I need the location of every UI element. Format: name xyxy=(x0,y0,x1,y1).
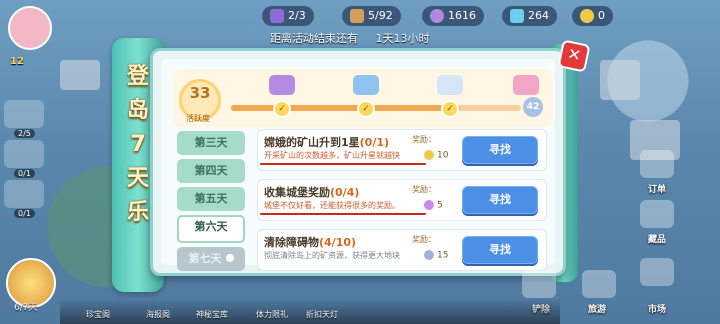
coin-icon xyxy=(424,150,434,160)
bottom-item-5[interactable]: 折扣天灯 xyxy=(306,309,338,320)
tab-day-6[interactable]: 第六天 xyxy=(177,215,245,243)
diamond-icon xyxy=(424,250,434,260)
heart-lock-icon xyxy=(225,254,234,262)
task-description: 开采矿山的次数越多，矿山升星就越快 xyxy=(264,151,400,160)
event-timer: 距离活动结束还有 1天13小时 xyxy=(270,30,430,46)
reward-amount: 5 xyxy=(424,200,443,211)
reward-chest-1-icon[interactable] xyxy=(269,75,295,95)
order-label: 订单 xyxy=(648,185,667,195)
find-button[interactable]: 寻找 xyxy=(462,136,538,164)
reward-chest-3-icon[interactable] xyxy=(437,75,463,95)
gem-icon xyxy=(430,9,444,23)
bottom-bar: 珍宝阁 海报阁 神秘宝库 体力限礼 折扣天灯 xyxy=(60,298,560,324)
bottom-item-4[interactable]: 体力限礼 xyxy=(256,309,288,320)
tab-day-5[interactable]: 第五天 xyxy=(177,187,245,211)
reward-label: 奖励： xyxy=(412,185,436,194)
day-tabs: 第三天 第四天 第五天 第六天 第七天 xyxy=(177,131,245,275)
task-item: 收集城堡奖励(0/4) 城堡不仅好看，还能获得很多的奖励。 奖励： 5 寻找 xyxy=(257,179,547,221)
task-description: 彻底清除岛上的矿资源，获得更大地块 xyxy=(264,251,400,260)
timer-label: 距离活动结束还有 xyxy=(270,32,358,45)
map-building[interactable] xyxy=(60,60,100,90)
activity-max: 42 xyxy=(523,97,543,117)
resource-diamonds[interactable]: 264 xyxy=(502,6,557,26)
progress-fill xyxy=(231,105,461,111)
task-title: 清除障碍物(4/10) xyxy=(264,236,357,249)
task-item: 嫦娥的矿山升到1星(0/1) 开采矿山的次数越多，矿山升星就越快 奖励： 10 … xyxy=(257,129,547,171)
reward-amount: 15 xyxy=(424,250,448,261)
find-button[interactable]: 寻找 xyxy=(462,186,538,214)
tab-day-3[interactable]: 第三天 xyxy=(177,131,245,155)
resource-coins[interactable]: 1616 xyxy=(422,6,484,26)
player-level: 12 xyxy=(10,56,24,67)
collection-label: 藏品 xyxy=(648,235,667,245)
resource-2[interactable]: 5/92 xyxy=(342,6,401,26)
task-title: 收集城堡奖励(0/4) xyxy=(264,186,360,199)
order-icon[interactable] xyxy=(640,150,674,178)
task-description: 城堡不仅好看，还能获得很多的奖励。 xyxy=(264,201,400,210)
event-panel: 33 活跃度 ✓ ✓ ✓ 42 第三天 第四天 第五天 第六天 第七天 嫦娥的矿… xyxy=(150,48,566,276)
tab-day-7-label: 第七天 xyxy=(188,252,222,265)
red-underline xyxy=(260,213,426,215)
reward-amount: 10 xyxy=(424,150,448,161)
tab-day-4[interactable]: 第四天 xyxy=(177,159,245,183)
coin-icon xyxy=(580,9,594,23)
milestone-check-1: ✓ xyxy=(273,100,291,118)
task-title: 嫦娥的矿山升到1星(0/1) xyxy=(264,136,390,149)
task-progress: (0/4) xyxy=(330,186,360,199)
find-button[interactable]: 寻找 xyxy=(462,236,538,264)
bottom-item-2[interactable]: 海报阁 xyxy=(146,309,170,320)
tab-day-7[interactable]: 第七天 xyxy=(177,247,245,271)
collection-icon[interactable] xyxy=(640,200,674,228)
activity-label: 活跃度 xyxy=(186,114,210,123)
bottom-item-3[interactable]: 神秘宝库 xyxy=(196,309,228,320)
task-list: 嫦娥的矿山升到1星(0/1) 开采矿山的次数越多，矿山升星就越快 奖励： 10 … xyxy=(257,129,547,279)
tour-icon[interactable] xyxy=(582,270,616,298)
milestone-check-3: ✓ xyxy=(441,100,459,118)
reward-label: 奖励： xyxy=(412,235,436,244)
task-progress: (4/10) xyxy=(319,236,357,249)
milestone-check-2: ✓ xyxy=(357,100,375,118)
resource-extra[interactable]: 0 xyxy=(572,6,613,26)
task-progress: (0/1) xyxy=(359,136,390,149)
seven-day-label: 6/7天 xyxy=(14,303,38,313)
resource-bar: 2/3 5/92 1616 264 0 xyxy=(232,6,632,30)
market-label: 市场 xyxy=(648,305,667,315)
resource-2-icon xyxy=(350,9,364,23)
timer-value: 1天13小时 xyxy=(375,32,430,45)
resource-1[interactable]: 2/3 xyxy=(262,6,314,26)
market-icon[interactable] xyxy=(640,258,674,286)
player-avatar[interactable] xyxy=(8,6,52,50)
reward-chest-4-icon[interactable] xyxy=(513,75,539,95)
event-title: 登岛7天乐 xyxy=(126,64,149,225)
activity-progress: 33 活跃度 ✓ ✓ ✓ 42 xyxy=(173,69,553,127)
tour-label: 旅游 xyxy=(588,305,607,315)
panel-content: 33 活跃度 ✓ ✓ ✓ 42 第三天 第四天 第五天 第六天 第七天 嫦娥的矿… xyxy=(161,59,555,271)
shovel-icon[interactable] xyxy=(522,270,556,298)
diamond-icon xyxy=(510,9,524,23)
bottom-item-1[interactable]: 珍宝阁 xyxy=(86,309,110,320)
side-item-1[interactable]: 2/5 xyxy=(4,100,44,138)
resource-1-icon xyxy=(270,9,284,23)
close-button[interactable]: ✕ xyxy=(557,39,591,73)
task-item: 清除障碍物(4/10) 彻底清除岛上的矿资源，获得更大地块 奖励： 15 寻找 xyxy=(257,229,547,271)
red-underline xyxy=(260,163,426,165)
reward-label: 奖励： xyxy=(412,135,436,144)
reward-chest-2-icon[interactable] xyxy=(353,75,379,95)
side-item-2[interactable]: 0/1 xyxy=(4,140,44,178)
side-item-3[interactable]: 0/1 xyxy=(4,180,44,218)
left-sidebar: 2/5 0/1 0/1 xyxy=(4,100,44,220)
gem-icon xyxy=(424,200,434,210)
activity-value: 33 xyxy=(189,84,211,102)
map-building[interactable] xyxy=(600,60,640,100)
